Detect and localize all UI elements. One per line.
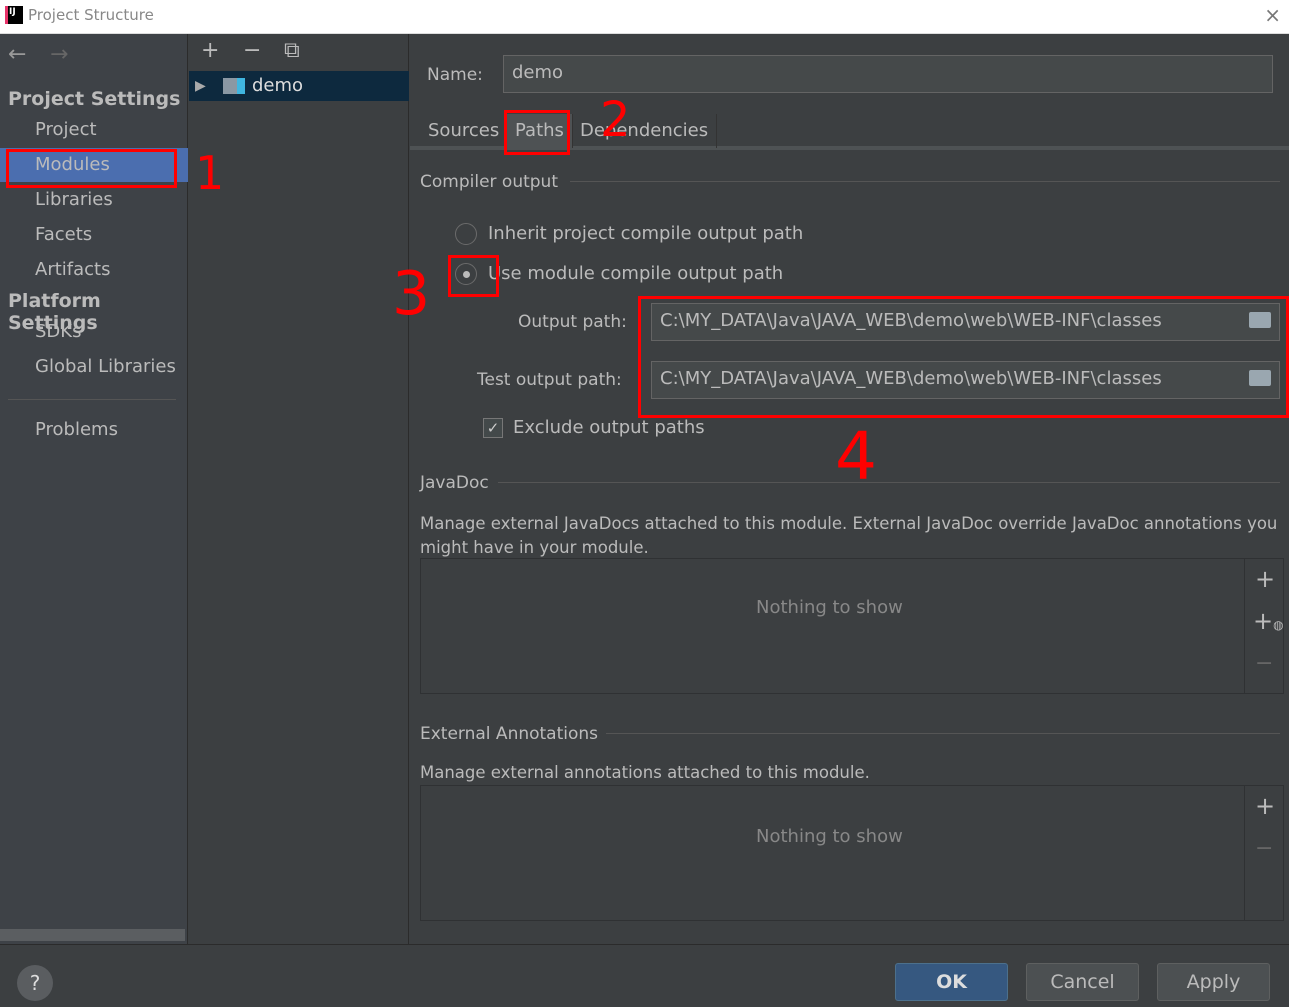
exclude-label[interactable]: Exclude output paths: [513, 417, 705, 438]
close-icon[interactable]: ×: [1264, 3, 1281, 27]
horizontal-scrollbar[interactable]: [0, 929, 185, 941]
name-input[interactable]: demo: [503, 55, 1273, 93]
module-settings: Name: demo Sources Paths Dependencies 2 …: [392, 34, 1289, 944]
inherit-radio[interactable]: [455, 223, 477, 245]
sidebar: ← → Project Settings Project Modules Lib…: [0, 34, 188, 944]
javadoc-list[interactable]: Nothing to show + +◍ −: [420, 558, 1284, 694]
cancel-button[interactable]: Cancel: [1026, 963, 1139, 1001]
external-annotations-heading: External Annotations: [420, 724, 599, 744]
use-module-label[interactable]: Use module compile output path: [488, 263, 783, 284]
external-annotations-description: Manage external annotations attached to …: [420, 763, 870, 782]
annotation-box-3: [448, 255, 499, 297]
divider: [570, 181, 1280, 182]
external-annotations-list[interactable]: Nothing to show + −: [420, 785, 1284, 921]
copy-icon[interactable]: ⧉: [284, 38, 300, 63]
sidebar-item-project[interactable]: Project: [0, 113, 188, 147]
test-output-path-label: Test output path:: [477, 370, 622, 390]
javadoc-description: Manage external JavaDocs attached to thi…: [420, 514, 1278, 557]
add-icon[interactable]: +: [201, 38, 219, 63]
expand-arrow-icon[interactable]: ▶: [195, 71, 206, 101]
sidebar-item-problems[interactable]: Problems: [0, 413, 188, 447]
divider: [498, 482, 1280, 483]
apply-button[interactable]: Apply: [1157, 963, 1270, 1001]
javadoc-heading: JavaDoc: [420, 473, 489, 493]
annotation-box-2: [504, 110, 570, 155]
remove-icon[interactable]: −: [1255, 651, 1273, 676]
module-folder-icon: [223, 78, 245, 94]
annotation-1: 1: [195, 146, 225, 200]
remove-icon[interactable]: −: [243, 38, 261, 63]
annotation-box-4: [638, 296, 1289, 418]
divider: [8, 399, 176, 400]
title-bar: IJ Project Structure ×: [0, 0, 1289, 34]
remove-icon[interactable]: −: [1255, 836, 1273, 861]
add-url-icon[interactable]: +◍: [1253, 607, 1284, 635]
project-settings-heading: Project Settings: [8, 88, 181, 110]
module-name: demo: [252, 75, 304, 96]
help-button[interactable]: ?: [17, 965, 53, 1001]
compiler-output-heading: Compiler output: [420, 172, 558, 192]
divider: [606, 733, 1280, 734]
ok-button[interactable]: OK: [895, 963, 1008, 1001]
inherit-label[interactable]: Inherit project compile output path: [488, 223, 803, 244]
sidebar-item-global-libraries[interactable]: Global Libraries: [0, 350, 188, 384]
sidebar-item-sdks[interactable]: SDKs: [0, 315, 188, 349]
javadoc-empty-text: Nothing to show: [756, 597, 903, 618]
window-title: Project Structure: [28, 6, 154, 24]
add-icon[interactable]: +: [1255, 792, 1275, 820]
back-icon[interactable]: ←: [8, 42, 26, 67]
annotations-toolbar: + −: [1244, 786, 1284, 920]
dialog-footer: ? OK Cancel Apply: [0, 944, 1289, 1007]
tab-sources[interactable]: Sources: [420, 114, 509, 148]
annotation-3: 3: [392, 259, 431, 329]
add-icon[interactable]: +: [1255, 565, 1275, 593]
sidebar-item-libraries[interactable]: Libraries: [0, 183, 188, 217]
sidebar-item-artifacts[interactable]: Artifacts: [0, 253, 188, 287]
annotations-empty-text: Nothing to show: [756, 826, 903, 847]
annotation-box-1: [6, 149, 177, 188]
javadoc-toolbar: + +◍ −: [1244, 559, 1284, 693]
annotation-2: 2: [600, 92, 631, 148]
sidebar-item-facets[interactable]: Facets: [0, 218, 188, 252]
exclude-checkbox[interactable]: ✓: [483, 418, 503, 438]
annotation-4: 4: [835, 418, 877, 495]
tree-row-demo[interactable]: ▶ demo: [189, 71, 409, 101]
output-path-label: Output path:: [518, 312, 627, 332]
name-label: Name:: [427, 65, 483, 85]
tab-dependencies[interactable]: Dependencies: [572, 114, 718, 148]
forward-icon[interactable]: →: [50, 42, 68, 67]
module-tree-panel: + − ⧉ ▶ demo 1: [189, 34, 409, 944]
intellij-logo-icon: IJ: [5, 6, 23, 24]
